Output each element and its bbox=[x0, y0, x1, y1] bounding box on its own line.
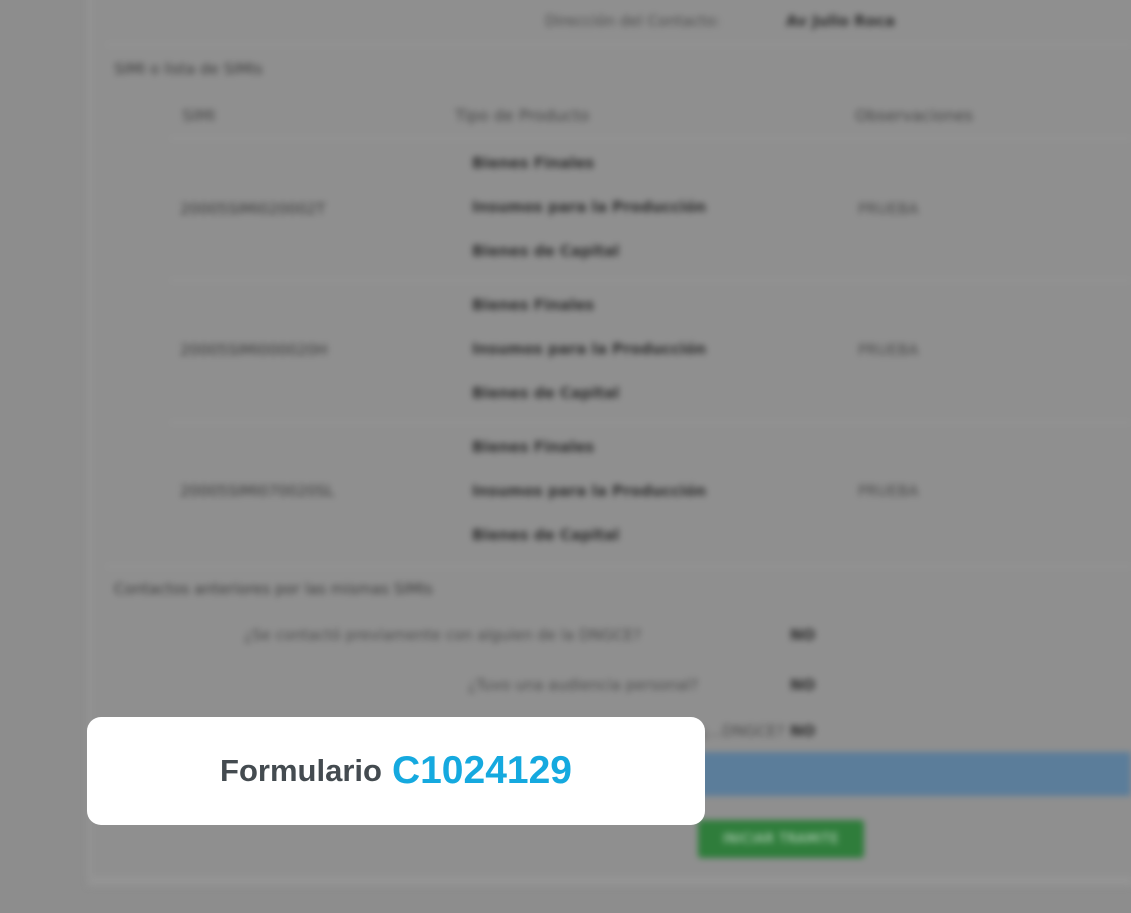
col-header-observations: Observaciones bbox=[855, 106, 974, 125]
divider bbox=[106, 566, 1131, 567]
question-label: ¿Tuvo una audiencia personal? bbox=[468, 676, 699, 694]
divider bbox=[106, 44, 1131, 45]
start-process-button[interactable]: INICIAR TRAMITE bbox=[698, 820, 864, 858]
divider bbox=[170, 422, 1130, 423]
product-type-item: Insumos para la Producción bbox=[472, 482, 707, 500]
divider bbox=[170, 280, 1130, 281]
col-header-product-type: Tipo de Producto bbox=[455, 106, 590, 125]
product-type-item: Bienes Finales bbox=[472, 438, 595, 456]
simi-number: 20005SIMI020002T bbox=[180, 200, 326, 218]
observation-value: PRUEBA bbox=[858, 200, 919, 218]
question-answer: NO bbox=[790, 626, 816, 644]
form-code: C1024129 bbox=[391, 749, 572, 792]
contact-address-value: Av Julio Roca bbox=[786, 12, 896, 30]
simi-number: 20005SIMI000020H bbox=[180, 341, 328, 359]
form-id-badge: Formulario C1024129 bbox=[87, 717, 705, 825]
simi-number: 20005SIMI070020SL bbox=[180, 482, 335, 500]
form-label: Formulario bbox=[220, 753, 382, 788]
product-type-item: Bienes de Capital bbox=[472, 242, 620, 260]
simi-section-title: SIMI o lista de SIMIs bbox=[114, 60, 263, 78]
col-header-simi: SIMI bbox=[182, 106, 216, 125]
question-answer: NO bbox=[790, 722, 816, 740]
contact-address-label: Dirección del Contacto: bbox=[545, 12, 721, 30]
section-header-bar bbox=[690, 752, 1131, 796]
observation-value: PRUEBA bbox=[858, 341, 919, 359]
product-type-item: Insumos para la Producción bbox=[472, 340, 707, 358]
product-type-item: Bienes Finales bbox=[472, 154, 595, 172]
question-answer: NO bbox=[790, 676, 816, 694]
page-footer bbox=[88, 876, 1131, 886]
question-label: ¿...DNGCE? bbox=[700, 722, 785, 740]
question-label: ¿Se contactó previamente con alguien de … bbox=[244, 626, 642, 644]
product-type-item: Bienes de Capital bbox=[472, 384, 620, 402]
previous-contacts-title: Contactos anteriores por las mismas SIMI… bbox=[114, 580, 433, 598]
divider bbox=[170, 138, 1130, 139]
product-type-item: Bienes Finales bbox=[472, 296, 595, 314]
product-type-item: Bienes de Capital bbox=[472, 526, 620, 544]
product-type-item: Insumos para la Producción bbox=[472, 198, 707, 216]
observation-value: PRUEBA bbox=[858, 482, 919, 500]
